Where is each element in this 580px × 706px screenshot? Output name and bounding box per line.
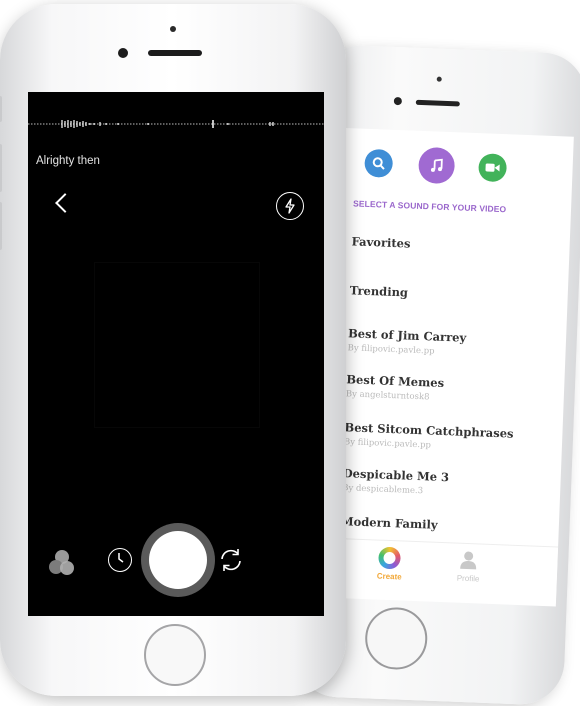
volume-up-button	[0, 144, 2, 192]
audio-waveform[interactable]	[28, 120, 324, 128]
volume-down-button	[0, 202, 2, 250]
sound-selection-screen: SELECT A SOUND FOR YOUR VIDEO Favorites …	[327, 128, 574, 606]
front-camera	[118, 48, 128, 58]
earpiece-speaker	[416, 100, 460, 107]
home-button[interactable]	[144, 624, 206, 686]
list-item[interactable]: Favorites	[351, 234, 410, 250]
music-icon[interactable]	[418, 147, 455, 184]
tab-profile[interactable]: Profile	[457, 550, 481, 584]
filters-icon[interactable]	[46, 548, 78, 578]
front-sensor	[437, 77, 442, 82]
media-type-icons	[364, 145, 515, 191]
tab-bar: Create Profile	[328, 538, 558, 604]
create-ring-icon	[379, 547, 402, 570]
record-button[interactable]	[149, 531, 207, 589]
profile-icon	[459, 550, 478, 571]
front-sensor	[170, 26, 176, 32]
list-item[interactable]: Best Sitcom Catchphrases By filipovic.pa…	[344, 420, 514, 453]
recording-screen: Alrighty then	[28, 92, 324, 616]
earpiece-speaker	[148, 50, 202, 56]
video-icon[interactable]	[478, 153, 507, 182]
flash-icon[interactable]	[276, 192, 304, 220]
list-item[interactable]: Despicable Me 3 By despicableme.3	[342, 466, 449, 497]
focus-frame	[94, 262, 260, 428]
flip-camera-icon[interactable]	[218, 547, 244, 573]
list-item[interactable]: Modern Family	[341, 514, 438, 532]
tab-create[interactable]: Create	[377, 547, 403, 582]
list-item[interactable]: Best of Jim Carrey By filipovic.pavle.pp	[347, 326, 466, 358]
list-item[interactable]: Best Of Memes By angelsturntosk8	[346, 372, 445, 403]
sound-caption: Alrighty then	[36, 155, 100, 167]
search-icon[interactable]	[364, 149, 393, 178]
list-item[interactable]: Trending	[350, 283, 409, 299]
front-camera	[394, 97, 402, 105]
home-button[interactable]	[364, 606, 428, 670]
section-title: SELECT A SOUND FOR YOUR VIDEO	[353, 198, 507, 214]
timer-icon[interactable]	[108, 548, 132, 572]
mute-switch	[0, 96, 2, 122]
chevron-left-icon[interactable]	[55, 193, 75, 213]
